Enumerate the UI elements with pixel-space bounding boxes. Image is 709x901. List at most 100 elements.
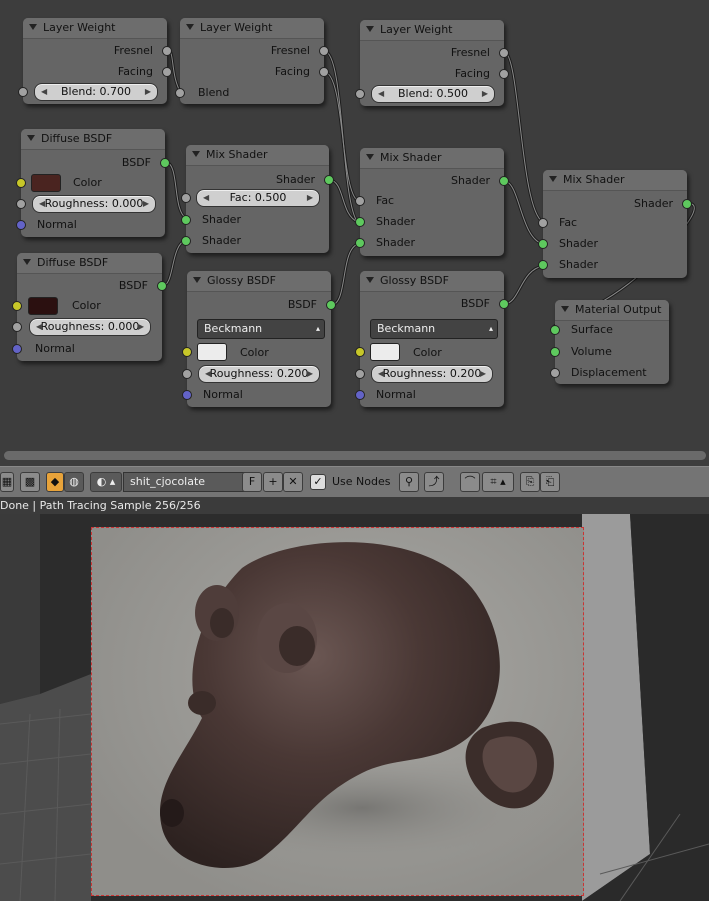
output-bsdf: BSDF (287, 298, 317, 311)
diffuse-bsdf-node-2[interactable]: Diffuse BSDF BSDF Color ◀ Roughness: 0.00… (12, 253, 167, 361)
collapse-icon[interactable] (561, 306, 569, 312)
collapse-icon[interactable] (29, 24, 37, 30)
blend-field[interactable]: ◀ Blend: 0.700 ▶ (34, 83, 158, 101)
snap-element-icon[interactable]: ⌗ ▴ (482, 472, 514, 492)
socket[interactable] (16, 178, 26, 188)
copy-nodes-icon[interactable]: ⎘ (520, 472, 540, 492)
use-nodes-checkbox[interactable]: ✓ (310, 474, 326, 490)
socket[interactable] (682, 199, 692, 209)
collapse-icon[interactable] (366, 277, 374, 283)
distribution-dropdown[interactable]: Beckmann ▴ (197, 319, 325, 339)
layer-weight-node-3[interactable]: Layer Weight Fresnel Facing ◀ Blend: 0.50… (355, 20, 509, 106)
fake-user-button[interactable]: F (242, 472, 262, 492)
node-editor[interactable]: Layer Weight Fresnel Facing ◀ Blend: 0.70… (0, 0, 709, 450)
socket[interactable] (157, 281, 167, 291)
remove-material-button[interactable]: ✕ (283, 472, 303, 492)
socket[interactable] (355, 390, 365, 400)
mix-shader-node-1[interactable]: Mix Shader Shader ◀ Fac: 0.500 ▶ Shader Sh… (181, 145, 334, 253)
distribution-dropdown[interactable]: Beckmann ▴ (370, 319, 498, 339)
socket[interactable] (355, 369, 365, 379)
collapse-icon[interactable] (27, 135, 35, 141)
diffuse-bsdf-node-1[interactable]: Diffuse BSDF BSDF Color ◀ Roughness: 0.00… (16, 129, 170, 237)
updown-icon: ▴ (315, 324, 320, 333)
pin-icon[interactable]: ⚲ (399, 472, 419, 492)
collapse-icon[interactable] (193, 277, 201, 283)
layer-weight-node-2[interactable]: Layer Weight Fresnel Facing Blend (175, 18, 329, 104)
go-parent-icon[interactable]: ⤴ (424, 472, 444, 492)
socket[interactable] (18, 87, 28, 97)
socket[interactable] (175, 88, 185, 98)
mix-shader-node-2[interactable]: Mix Shader Shader Fac Shader Shader (355, 148, 509, 256)
material-name-field[interactable]: shit_cjocolate (123, 472, 249, 492)
socket[interactable] (12, 322, 22, 332)
socket[interactable] (538, 218, 548, 228)
color-swatch[interactable] (31, 174, 61, 192)
color-swatch[interactable] (197, 343, 227, 361)
glossy-bsdf-node-1[interactable]: Glossy BSDF BSDF Beckmann ▴ Color ◀ Roughn… (182, 271, 336, 407)
socket[interactable] (538, 239, 548, 249)
mix-shader-node-3[interactable]: Mix Shader Shader Fac Shader Shader (538, 170, 692, 278)
socket[interactable] (12, 344, 22, 354)
blend-field[interactable]: ◀ Blend: 0.500 ▶ (371, 85, 495, 103)
socket[interactable] (319, 46, 329, 56)
roughness-field[interactable]: ◀ Roughness: 0.200 ▶ (371, 365, 493, 383)
node-title: Mix Shader (380, 151, 442, 164)
socket[interactable] (181, 193, 191, 203)
texture-icon[interactable]: ▩ (20, 472, 40, 492)
3d-viewport[interactable] (0, 514, 709, 901)
socket[interactable] (182, 347, 192, 357)
shader-tree-icon[interactable]: ◆ (46, 472, 64, 492)
world-icon[interactable]: ◍ (64, 472, 84, 492)
color-swatch[interactable] (370, 343, 400, 361)
output-fresnel: Fresnel (270, 44, 310, 57)
add-material-button[interactable]: + (263, 472, 283, 492)
socket[interactable] (355, 196, 365, 206)
glossy-bsdf-node-2[interactable]: Glossy BSDF BSDF Beckmann ▴ Color ◀ Roughn… (355, 271, 509, 407)
roughness-field[interactable]: ◀ Roughness: 0.000 ▶ (32, 195, 156, 213)
collapse-icon[interactable] (366, 154, 374, 160)
socket[interactable] (326, 300, 336, 310)
paste-nodes-icon[interactable]: ⎗ (540, 472, 560, 492)
collapse-icon[interactable] (366, 26, 374, 32)
socket[interactable] (182, 390, 192, 400)
socket[interactable] (181, 215, 191, 225)
material-output-node[interactable]: Material Output Surface Volume Displacem… (550, 300, 669, 384)
socket[interactable] (550, 325, 560, 335)
color-swatch[interactable] (28, 297, 58, 315)
socket[interactable] (499, 299, 509, 309)
output-facing: Facing (117, 65, 153, 78)
socket[interactable] (181, 236, 191, 246)
socket[interactable] (499, 48, 509, 58)
socket[interactable] (162, 67, 172, 77)
horizontal-scrollbar[interactable] (4, 451, 706, 460)
socket[interactable] (355, 217, 365, 227)
socket[interactable] (538, 260, 548, 270)
roughness-field[interactable]: ◀ Roughness: 0.000 ▶ (29, 318, 151, 336)
socket[interactable] (550, 368, 560, 378)
collapse-icon[interactable] (23, 259, 31, 265)
collapse-icon[interactable] (192, 151, 200, 157)
checker-icon[interactable]: ▦ (0, 472, 14, 492)
socket[interactable] (162, 46, 172, 56)
socket[interactable] (160, 158, 170, 168)
socket[interactable] (324, 175, 334, 185)
collapse-icon[interactable] (549, 176, 557, 182)
socket[interactable] (355, 347, 365, 357)
collapse-icon[interactable] (186, 24, 194, 30)
fac-field[interactable]: ◀ Fac: 0.500 ▶ (196, 189, 320, 207)
socket[interactable] (12, 301, 22, 311)
material-browse-icon[interactable]: ◐ ▴ (90, 472, 122, 492)
socket[interactable] (16, 199, 26, 209)
socket[interactable] (355, 89, 365, 99)
layer-weight-node-1[interactable]: Layer Weight Fresnel Facing ◀ Blend: 0.70… (18, 18, 172, 104)
socket[interactable] (550, 347, 560, 357)
socket[interactable] (499, 176, 509, 186)
socket[interactable] (319, 67, 329, 77)
socket[interactable] (16, 220, 26, 230)
roughness-field[interactable]: ◀ Roughness: 0.200 ▶ (198, 365, 320, 383)
socket[interactable] (355, 238, 365, 248)
snap-icon[interactable]: ⌒ (460, 472, 480, 492)
socket[interactable] (499, 69, 509, 79)
link (503, 50, 544, 224)
socket[interactable] (182, 369, 192, 379)
